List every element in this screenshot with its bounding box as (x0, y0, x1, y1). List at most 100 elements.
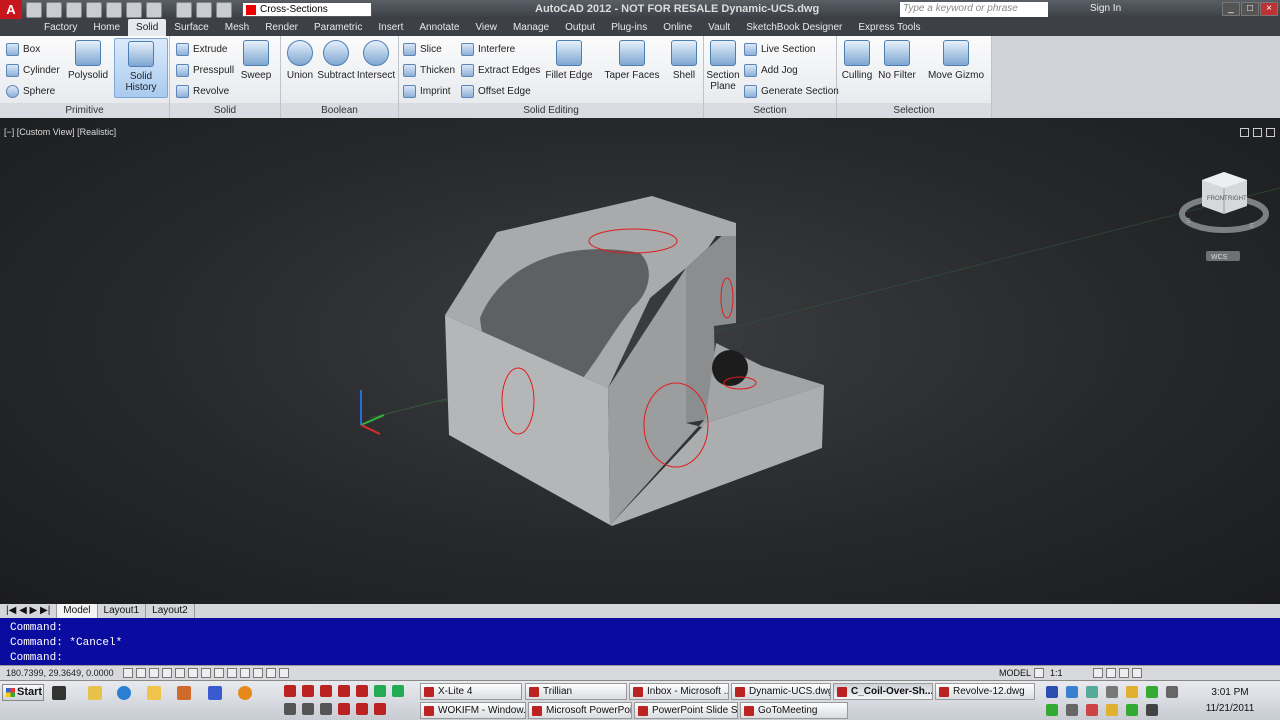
move-gizmo-button[interactable]: Move Gizmo (927, 40, 985, 81)
generate-section-button[interactable]: Generate Section (744, 82, 839, 100)
wifi-icon[interactable] (1146, 704, 1158, 716)
solid-editing-panel-title[interactable]: Solid Editing (399, 103, 703, 118)
snap-icon[interactable] (123, 668, 133, 678)
tab-home[interactable]: Home (85, 19, 128, 36)
tab-surface[interactable]: Surface (166, 19, 216, 36)
no-filter-button[interactable]: No Filter (877, 40, 917, 81)
otrack-icon[interactable] (201, 668, 211, 678)
tab-sketchbook-designer[interactable]: SketchBook Designer (738, 19, 850, 36)
selection-panel-title[interactable]: Selection (837, 103, 991, 118)
polysolid-button[interactable]: Polysolid (66, 40, 110, 81)
section-plane-button[interactable]: Section Plane (706, 40, 740, 92)
extrude-button[interactable]: Extrude (176, 40, 227, 58)
live-section-button[interactable]: Live Section (744, 40, 815, 58)
tab-layout2[interactable]: Layout2 (146, 604, 195, 618)
3d-osnap-icon[interactable] (188, 668, 198, 678)
taskbar-item-powerpoint[interactable]: Microsoft PowerPoi... (528, 702, 632, 719)
cylinder-button[interactable]: Cylinder (6, 61, 60, 79)
extract-edges-button[interactable]: Extract Edges (461, 61, 540, 79)
annotation-scale[interactable]: 1:1 (1050, 668, 1063, 678)
monitor-icon[interactable] (1166, 686, 1178, 698)
check-icon[interactable] (1146, 686, 1158, 698)
fillet-edge-button[interactable]: Fillet Edge (545, 40, 593, 81)
autocad-quicklaunch-icon[interactable] (284, 685, 296, 697)
add-jog-button[interactable]: Add Jog (744, 61, 798, 79)
taskbar-item-gotomeeting[interactable]: GoToMeeting (740, 702, 848, 719)
tab-model[interactable]: Model (57, 604, 98, 618)
network-tray-icon[interactable] (1066, 686, 1078, 698)
interfere-button[interactable]: Interfere (461, 40, 515, 58)
tab-factory[interactable]: Factory (36, 19, 85, 36)
tab-parametric[interactable]: Parametric (306, 19, 370, 36)
autocad-quicklaunch-icon[interactable] (302, 685, 314, 697)
viewcube-right-label[interactable]: RIGHT (1228, 196, 1247, 202)
outlook-icon[interactable] (147, 686, 161, 700)
sweep-button[interactable]: Sweep (236, 40, 276, 81)
taskbar-item-wokifm[interactable]: WOKIFM - Window... (420, 702, 526, 719)
volume-icon[interactable] (1066, 704, 1078, 716)
minimize-icon[interactable]: _ (1222, 2, 1240, 16)
light-bulb-icon[interactable] (176, 1, 192, 18)
tab-vault[interactable]: Vault (700, 19, 738, 36)
ie-icon[interactable] (117, 686, 131, 700)
culling-button[interactable]: Culling (839, 40, 875, 81)
sun-icon[interactable] (196, 1, 212, 18)
open-file-icon[interactable] (46, 1, 62, 18)
close-icon[interactable]: × (1260, 2, 1278, 16)
battery-icon[interactable] (1046, 704, 1058, 716)
taskbar-item-coil-over[interactable]: C_Coil-Over-Sh... (833, 683, 933, 700)
chat-icon[interactable] (1086, 704, 1098, 716)
revolve-button[interactable]: Revolve (176, 82, 229, 100)
save-as-icon[interactable] (86, 1, 102, 18)
quick-view-layouts-icon[interactable] (1034, 668, 1045, 678)
network-icon[interactable] (208, 686, 222, 700)
intersect-button[interactable]: Intersect (355, 40, 397, 81)
isolate-icon[interactable] (1118, 668, 1129, 678)
tab-annotate[interactable]: Annotate (411, 19, 467, 36)
taskbar-item-revolve[interactable]: Revolve-12.dwg (935, 683, 1035, 700)
tool-quicklaunch-icon[interactable] (374, 703, 386, 715)
solid-panel-title[interactable]: Solid (170, 103, 280, 118)
sign-in-link[interactable]: Sign In (1090, 3, 1121, 14)
tool-quicklaunch-icon[interactable] (302, 703, 314, 715)
section-panel-title[interactable]: Section (704, 103, 836, 118)
workspace-select[interactable]: Cross-Sections (242, 2, 372, 17)
save-icon[interactable] (66, 1, 82, 18)
layout-nav-arrows[interactable]: |◀ ◀ ▶ ▶| (0, 604, 58, 618)
drawing-viewport[interactable]: [−] [Custom View] [Realistic] FRONT RIGH… (0, 118, 1280, 604)
redo-icon[interactable] (146, 1, 162, 18)
start-button[interactable]: Start (2, 684, 44, 701)
new-file-icon[interactable] (26, 1, 42, 18)
devices-icon[interactable] (1106, 686, 1118, 698)
grid-icon[interactable] (136, 668, 146, 678)
search-input[interactable]: Type a keyword or phrase (900, 2, 1048, 17)
tab-online[interactable]: Online (655, 19, 700, 36)
command-window[interactable]: Command: Command: *Cancel* Command: (0, 618, 1280, 665)
taskbar-item-trillian[interactable]: Trillian (525, 683, 627, 700)
autocad-logo-icon[interactable]: A (0, 0, 22, 19)
qp-icon[interactable] (266, 668, 276, 678)
shield-icon[interactable] (1046, 686, 1058, 698)
tab-manage[interactable]: Manage (505, 19, 557, 36)
media-icon[interactable] (238, 686, 252, 700)
folder-icon[interactable] (88, 686, 102, 700)
subtract-button[interactable]: Subtract (317, 40, 355, 81)
lwt-icon[interactable] (240, 668, 250, 678)
ducs-icon[interactable] (214, 668, 224, 678)
tool-quicklaunch-icon[interactable] (320, 703, 332, 715)
ortho-icon[interactable] (149, 668, 159, 678)
tab-mesh[interactable]: Mesh (217, 19, 257, 36)
union-button[interactable]: Union (283, 40, 317, 81)
taskbar-item-xlite[interactable]: X-Lite 4 (420, 683, 522, 700)
tool-quicklaunch-icon[interactable] (284, 703, 296, 715)
box-button[interactable]: Box (6, 40, 40, 58)
imprint-button[interactable]: Imprint (403, 82, 451, 100)
taskbar-item-dynamic-ucs[interactable]: Dynamic-UCS.dwg (731, 683, 831, 700)
shell-button[interactable]: Shell (667, 40, 701, 81)
polar-icon[interactable] (162, 668, 172, 678)
clean-screen-icon[interactable] (1131, 668, 1142, 678)
taskbar-item-slideshow[interactable]: PowerPoint Slide S... (634, 702, 738, 719)
primitive-panel-title[interactable]: Primitive (0, 103, 169, 118)
switch-windows-icon[interactable] (52, 686, 66, 700)
tab-layout1[interactable]: Layout1 (98, 604, 147, 618)
